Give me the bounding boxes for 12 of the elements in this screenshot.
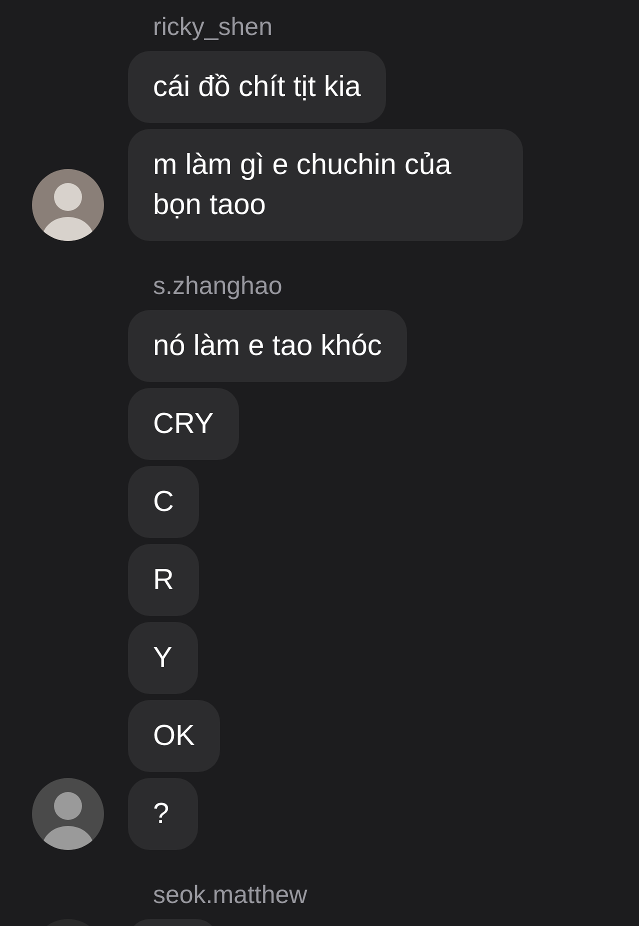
message-bubble: nó làm e tao khóc [128, 310, 407, 382]
message-bubble: R [128, 544, 199, 616]
message-bubble: Y [128, 622, 198, 694]
username: ricky_shen [152, 12, 274, 43]
message-bubble: OK [128, 700, 220, 772]
message-bubble: CRY [128, 388, 239, 460]
username: s.zhanghao [152, 271, 284, 302]
message-bubble: ? [128, 778, 198, 850]
message-bubble: cái đồ chít tịt kia [128, 51, 386, 123]
message-bubble: m làm gì e chuchin của bọn taoo [128, 129, 523, 241]
message-bubble: C [128, 466, 199, 538]
username: seok.matthew [152, 880, 308, 911]
